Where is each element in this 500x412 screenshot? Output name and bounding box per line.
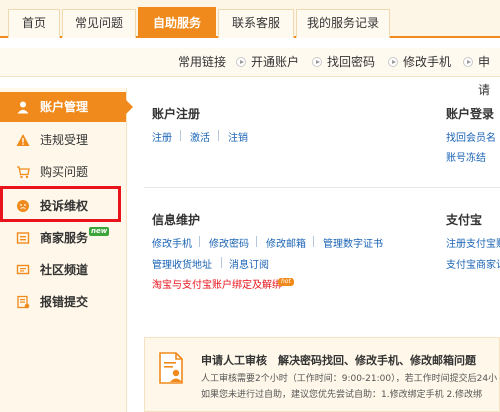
quick-links-bar: 常用链接 开通账户 找回密码 修改手机 申请 (0, 48, 500, 97)
notice-text-line: 如果您未进行过自助，建议您优先尝试自助：1.修改绑定手机 2.修改绑 (201, 390, 483, 400)
link-message-subscribe[interactable]: 消息订阅 (229, 256, 269, 271)
tab-service-records[interactable]: 我的服务记录 (296, 9, 390, 38)
quick-link-change-phone[interactable]: 修改手机 (403, 48, 451, 76)
quick-link-open-account[interactable]: 开通账户 (251, 48, 299, 76)
quick-link-apply[interactable]: 申请 (478, 48, 500, 104)
sidebar-item-community[interactable]: 社区频道 (0, 255, 126, 285)
sidebar-item-label: 商家服务 (40, 231, 89, 245)
separator (218, 130, 219, 141)
link-change-phone[interactable]: 修改手机 (152, 235, 192, 250)
quick-link-recover-password[interactable]: 找回密码 (327, 48, 375, 76)
user-icon (16, 100, 30, 114)
link-manage-address[interactable]: 管理收货地址 (152, 256, 212, 271)
quick-links-label: 常用链接 (178, 55, 227, 69)
separator (199, 236, 200, 247)
sidebar-item-violations[interactable]: 违规受理 (0, 125, 126, 155)
tab-self-service[interactable]: 自助服务 (138, 7, 216, 38)
link-deregister[interactable]: 注销 (228, 129, 248, 144)
top-nav: 首页 常见问题 自助服务 联系客服 我的服务记录 (0, 0, 500, 38)
sidebar: 账户管理 违规受理 购买问题 投诉维权 商家服务 new 社区频道 报错提交 (0, 88, 133, 412)
sidebar-item-label: 违规受理 (40, 133, 89, 147)
link-activate[interactable]: 激活 (190, 129, 210, 144)
separator (180, 130, 181, 141)
sidebar-item-account-management[interactable]: 账户管理 (0, 92, 133, 122)
new-badge: new (89, 227, 110, 236)
link-register[interactable]: 注册 (152, 129, 172, 144)
separator (256, 236, 257, 247)
sidebar-item-label: 社区频道 (40, 263, 89, 277)
link-manage-certificate[interactable]: 管理数字证书 (323, 235, 383, 250)
store-icon (16, 231, 30, 245)
sidebar-item-merchant-services[interactable]: 商家服务 new (0, 223, 126, 253)
link-recover-member-name[interactable]: 找回会员名 (446, 129, 496, 144)
manual-review-notice: 申请人工审核 解决密码找回、修改手机、修改邮箱问题 人工审核需要2个小时（工作时… (144, 337, 500, 412)
notice-title: 申请人工审核 解决密码找回、修改手机、修改邮箱问题 (201, 354, 476, 367)
link-account-freeze[interactable]: 账号冻结 (446, 149, 486, 164)
link-alipay-register[interactable]: 注册支付宝账 (446, 235, 500, 250)
sidebar-item-label: 购买问题 (40, 165, 89, 179)
sidebar-item-report-error[interactable]: 报错提交 (0, 287, 126, 317)
chat-icon (16, 263, 30, 277)
link-change-password[interactable]: 修改密码 (209, 235, 249, 250)
document-user-icon (157, 351, 187, 385)
link-bind-unbind-accounts[interactable]: 淘宝与支付宝账户绑定及解绑 (152, 276, 282, 291)
warning-icon (16, 133, 30, 147)
arrow-bullet-icon (463, 57, 473, 67)
separator (313, 236, 314, 247)
sidebar-item-label: 账户管理 (40, 100, 89, 114)
link-alipay-merchant-cert[interactable]: 支付宝商家认 (446, 256, 500, 271)
sidebar-item-label: 报错提交 (40, 295, 89, 309)
tab-faq[interactable]: 常见问题 (62, 9, 136, 38)
cart-icon (16, 165, 30, 179)
link-change-email[interactable]: 修改邮箱 (266, 235, 306, 250)
report-icon (16, 295, 30, 309)
arrow-bullet-icon (388, 57, 398, 67)
arrow-bullet-icon (312, 57, 322, 67)
section-title-account-login: 账户登录 (446, 107, 495, 121)
tab-contact-support[interactable]: 联系客服 (218, 9, 294, 38)
highlight-box (0, 186, 121, 222)
sidebar-item-purchase-issues[interactable]: 购买问题 (0, 157, 126, 187)
section-title-account-register: 账户注册 (152, 107, 201, 121)
notice-text-line: 人工审核需要2个小时（工作时间：9:00-21:00），若工作时间提交后24小 (201, 374, 498, 384)
divider (144, 187, 500, 188)
section-title-info-maintain: 信息维护 (152, 213, 201, 227)
tab-home[interactable]: 首页 (8, 9, 60, 38)
hot-badge: hot (278, 278, 294, 286)
arrow-bullet-icon (236, 57, 246, 67)
separator (221, 257, 222, 268)
section-title-alipay: 支付宝 (446, 213, 483, 227)
